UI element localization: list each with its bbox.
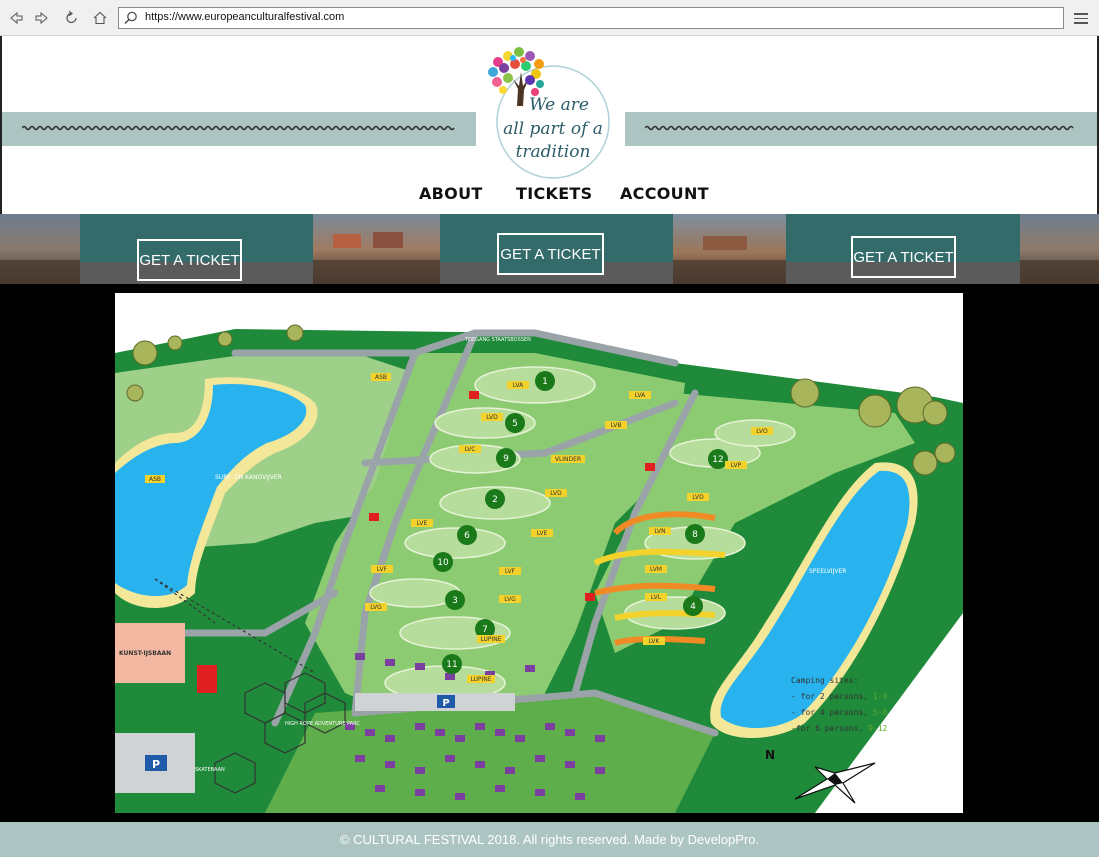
- get-ticket-button[interactable]: GET A TICKET: [137, 239, 242, 281]
- field-label: LVA: [635, 392, 646, 399]
- field-label: LVF: [377, 566, 388, 573]
- festival-photo: [0, 214, 80, 284]
- compass-north: N: [765, 748, 775, 762]
- legend-range: 1-4: [873, 692, 888, 701]
- field-label: LVP: [731, 462, 742, 469]
- site-number: 10: [437, 558, 449, 568]
- field-label: LVD: [550, 490, 562, 497]
- site-number: 2: [492, 495, 498, 505]
- field-label: LUPINE: [470, 676, 491, 683]
- header-band-left: [2, 112, 476, 146]
- site-number: 6: [464, 531, 470, 541]
- footer-copyright: © CULTURAL FESTIVAL 2018. All rights res…: [339, 832, 760, 847]
- svg-text:- for 4 persons, 5-8: - for 4 persons, 5-8: [791, 708, 888, 717]
- map-label-entrance: TOEGANG STAATSBOSSEN: [464, 337, 531, 343]
- footer: © CULTURAL FESTIVAL 2018. All rights res…: [0, 822, 1099, 857]
- legend-row: - for 2 persons,: [791, 692, 873, 701]
- address-bar[interactable]: https://www.europeanculturalfestival.com: [118, 7, 1064, 29]
- map-section: P P 1 2 3 4 5 6 7 8 9 10 11 12 LVA LVA L…: [0, 284, 1099, 822]
- field-label: LVG: [504, 596, 516, 603]
- ticket-strip: GET A TICKET GET A TICKET GET A TICKET: [0, 214, 1099, 284]
- legend-row: -for 6 persons,: [791, 724, 868, 733]
- parking-icon: P: [442, 698, 449, 709]
- field-label: VLINDER: [555, 456, 581, 463]
- forward-icon[interactable]: [32, 8, 52, 28]
- site-number: 3: [452, 596, 458, 606]
- site-number: 7: [482, 625, 488, 635]
- field-label: LVL: [651, 594, 662, 601]
- svg-text:-for 6 persons, 9-12: -for 6 persons, 9-12: [791, 724, 888, 733]
- site-number: 12: [712, 455, 723, 465]
- field-label: LVE: [537, 530, 548, 537]
- logo-line3: tradition: [516, 142, 591, 162]
- field-label: LUPINE: [480, 636, 501, 643]
- back-icon[interactable]: [6, 8, 26, 28]
- logo-line2: all part of a: [503, 119, 603, 139]
- map-label-high-rope: HIGH ROPE ADVENTURE PARC: [285, 721, 360, 727]
- map-label-skate: SKATEBAAN: [195, 767, 225, 773]
- site-number: 11: [446, 660, 457, 670]
- field-label: LVE: [417, 520, 428, 527]
- menu-icon[interactable]: [1071, 8, 1091, 28]
- site-number: 5: [512, 419, 518, 429]
- field-label: LVF: [505, 568, 516, 575]
- parking-icon: P: [152, 758, 160, 771]
- field-label: LVC: [465, 446, 476, 453]
- field-label: LVO: [756, 428, 768, 435]
- get-ticket-button[interactable]: GET A TICKET: [851, 236, 956, 278]
- legend-range: 9-12: [868, 724, 887, 733]
- legend-range: 5-8: [873, 708, 888, 717]
- festival-photo: [673, 214, 786, 284]
- nav-about[interactable]: ABOUT: [419, 184, 483, 203]
- site-number: 8: [692, 530, 698, 540]
- field-label: LVD: [486, 414, 498, 421]
- nav-tickets[interactable]: TICKETS: [516, 184, 592, 203]
- site-number: 9: [503, 454, 509, 464]
- search-icon: [124, 11, 137, 24]
- field-label: LVG: [370, 604, 382, 611]
- map-label-lake-left: SURF- EN KANOVIJVER: [215, 474, 282, 481]
- festival-photo: [1020, 214, 1099, 284]
- field-label: LVK: [649, 638, 661, 645]
- nav-account[interactable]: ACCOUNT: [620, 184, 709, 203]
- field-label: LVB: [611, 422, 622, 429]
- map-label-lake-right: SPEELVIJVER: [809, 568, 846, 575]
- legend-title: Camping sites:: [791, 676, 858, 685]
- field-label: LVA: [513, 382, 524, 389]
- logo-line1: We are: [529, 95, 589, 115]
- field-label: LVM: [650, 566, 662, 573]
- map-label-kunst: KUNST-IJSBAAN: [119, 650, 171, 657]
- site-number: 4: [690, 602, 696, 612]
- festival-photo: [313, 214, 440, 284]
- browser-toolbar: https://www.europeanculturalfestival.com: [0, 0, 1099, 36]
- header-band-right: [625, 112, 1097, 146]
- field-label: LVD: [692, 494, 704, 501]
- svg-text:- for 2 persons, 1-4: - for 2 persons, 1-4: [791, 692, 888, 701]
- url-text: https://www.europeanculturalfestival.com: [145, 11, 345, 23]
- legend-row: - for 4 persons,: [791, 708, 873, 717]
- field-label: ASB: [375, 374, 387, 381]
- site-number: 1: [542, 377, 548, 387]
- get-ticket-button[interactable]: GET A TICKET: [497, 233, 604, 275]
- field-label: ASB: [149, 476, 161, 483]
- festival-logo[interactable]: We are all part of a tradition: [473, 44, 623, 184]
- field-label: LVN: [654, 528, 665, 535]
- refresh-icon[interactable]: [62, 8, 82, 28]
- main-nav: ABOUT TICKETS ACCOUNT: [0, 184, 1099, 206]
- home-icon[interactable]: [90, 8, 110, 28]
- campsite-map[interactable]: P P 1 2 3 4 5 6 7 8 9 10 11 12 LVA LVA L…: [115, 293, 963, 813]
